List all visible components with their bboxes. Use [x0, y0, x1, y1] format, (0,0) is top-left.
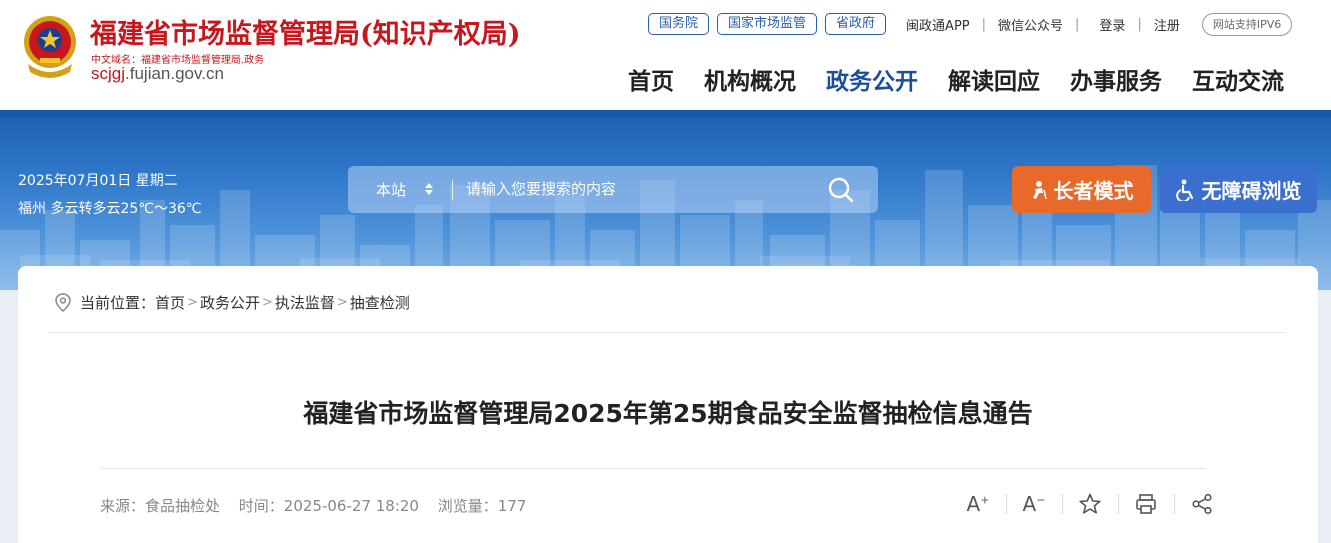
- guowuyuan-link[interactable]: 国务院: [648, 13, 710, 35]
- separator: |: [981, 16, 987, 32]
- breadcrumb-separator: >: [336, 295, 348, 310]
- province-gov-link[interactable]: 省政府: [825, 13, 887, 35]
- minzhengtong-link[interactable]: 闽政通APP: [906, 15, 970, 34]
- breadcrumb-divider: [48, 332, 1286, 333]
- star-icon[interactable]: [1062, 490, 1118, 518]
- breadcrumb-gov-affairs[interactable]: 政务公开: [200, 292, 260, 313]
- article-title: 福建省市场监督管理局2025年第25期食品安全监督抽检信息通告: [303, 399, 1033, 428]
- nav-home[interactable]: 首页: [628, 62, 674, 96]
- nav-organization[interactable]: 机构概况: [704, 62, 796, 96]
- accessible-browse-label: 无障碍浏览: [1201, 179, 1302, 203]
- weather-info: 福州 多云转多云25℃～36℃: [18, 201, 202, 217]
- site-header: 福建省市场监督管理局(知识产权局) 中文域名：福建省市场监督管理局.政务 scj…: [0, 0, 1331, 110]
- search-input[interactable]: [466, 174, 816, 204]
- top-links: 国务院 国家市场监管 省政府 闽政通APP | 微信公众号 | 登录 | 注册 …: [648, 12, 1293, 36]
- banner: 2025年07月01日 星期二 福州 多云转多云25℃～36℃ 本站 长者模式 …: [0, 110, 1331, 290]
- font-decrease-icon[interactable]: A−: [1006, 490, 1062, 518]
- separator: |: [1137, 16, 1142, 32]
- breadcrumb-enforcement[interactable]: 执法监督: [275, 292, 335, 313]
- search-divider: [452, 180, 453, 200]
- main-nav: 首页 机构概况 政务公开 解读回应 办事服务 互动交流: [628, 62, 1284, 96]
- breadcrumb-inspection[interactable]: 抽查检测: [350, 292, 410, 313]
- breadcrumb-home[interactable]: 首页: [155, 292, 185, 313]
- nav-gov-affairs[interactable]: 政务公开: [826, 62, 918, 96]
- separator: |: [1075, 16, 1080, 32]
- login-link[interactable]: 登录: [1099, 15, 1125, 34]
- content-card: 当前位置： 首页 > 政务公开 > 执法监督 > 抽查检测 福建省市场监督管理局…: [18, 266, 1318, 543]
- ipv6-badge: 网站支持IPV6: [1201, 12, 1293, 36]
- accessible-browse-button[interactable]: 无障碍浏览: [1160, 166, 1317, 213]
- article-meta: 来源：食品抽检处 时间：2025-06-27 18:20 浏览量：177: [100, 495, 540, 516]
- search-icon[interactable]: [826, 175, 856, 205]
- print-icon[interactable]: [1118, 490, 1174, 518]
- national-market-link[interactable]: 国家市场监管: [717, 13, 818, 35]
- share-icon[interactable]: [1174, 490, 1230, 518]
- sort-arrows-icon[interactable]: [424, 181, 434, 197]
- breadcrumb: 当前位置： 首页 > 政务公开 > 执法监督 > 抽查检测: [54, 292, 410, 313]
- search-box: 本站: [348, 166, 878, 213]
- elder-mode-button[interactable]: 长者模式: [1012, 166, 1151, 213]
- current-date: 2025年07月01日 星期二: [18, 173, 178, 189]
- breadcrumb-prefix: 当前位置：: [80, 294, 156, 312]
- elder-mode-label: 长者模式: [1053, 179, 1134, 203]
- english-domain[interactable]: scjgj.fujian.gov.cn: [91, 64, 224, 84]
- register-link[interactable]: 注册: [1154, 15, 1180, 34]
- font-increase-icon[interactable]: A+: [950, 490, 1006, 518]
- banner-top-line: [0, 110, 1331, 118]
- elder-person-icon: [1032, 180, 1047, 199]
- wheelchair-icon: [1175, 179, 1193, 201]
- nav-services[interactable]: 办事服务: [1070, 62, 1162, 96]
- wechat-link[interactable]: 微信公众号: [998, 15, 1063, 34]
- title-divider: [100, 468, 1206, 469]
- national-emblem-logo: [24, 16, 76, 78]
- site-title[interactable]: 福建省市场监督管理局(知识产权局): [90, 12, 521, 51]
- breadcrumb-separator: >: [187, 295, 198, 310]
- search-scope-select[interactable]: 本站: [376, 179, 406, 200]
- nav-interpretation[interactable]: 解读回应: [948, 62, 1040, 96]
- domain-rest: .fujian.gov.cn: [125, 64, 224, 83]
- location-pin-icon: [55, 292, 71, 312]
- article-views: 浏览量：177: [437, 497, 527, 515]
- article-tools: A+ A−: [950, 490, 1230, 518]
- article-source: 来源：食品抽检处: [100, 497, 221, 515]
- domain-highlight: scjgj: [91, 64, 126, 83]
- breadcrumb-separator: >: [261, 295, 273, 310]
- nav-interaction[interactable]: 互动交流: [1192, 62, 1284, 96]
- article-time: 时间：2025-06-27 18:20: [238, 497, 419, 515]
